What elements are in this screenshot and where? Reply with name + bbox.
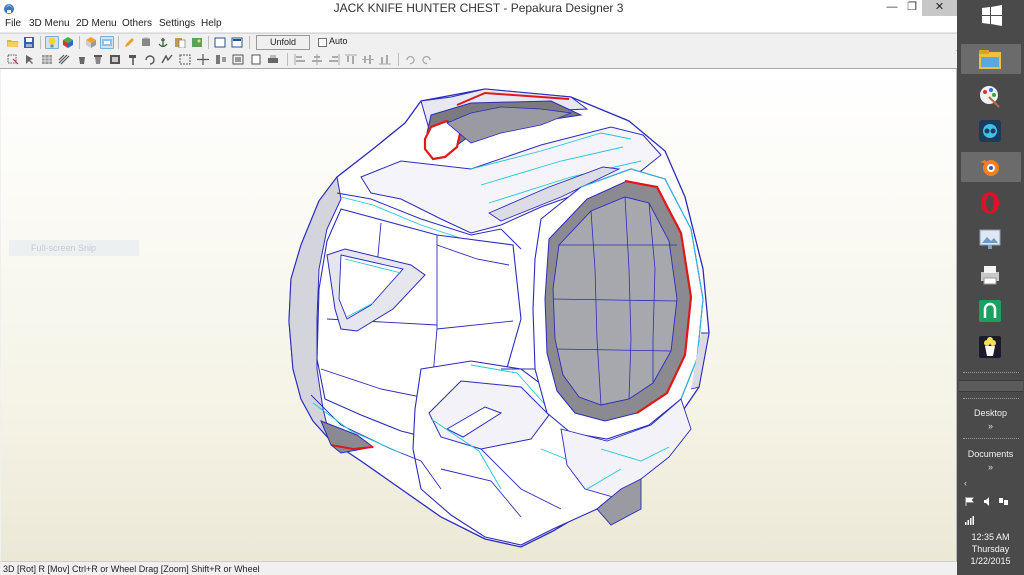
steam-icon[interactable]: [977, 118, 1003, 144]
network-icon[interactable]: [999, 497, 1008, 506]
slideshow-icon[interactable]: [977, 226, 1003, 252]
paste-icon[interactable]: [173, 36, 187, 49]
shield-app-icon[interactable]: [977, 298, 1003, 324]
volume-icon[interactable]: [983, 497, 992, 506]
3d-viewport[interactable]: Full-screen Snip: [1, 69, 956, 561]
menu-bar: File 3D Menu 2D Menu Others Settings Hel…: [0, 17, 957, 33]
printer-icon[interactable]: [977, 262, 1003, 288]
align-parts-icon[interactable]: [214, 53, 228, 66]
cylinder-icon[interactable]: [139, 36, 153, 49]
file-explorer-icon[interactable]: [977, 47, 1003, 73]
pencil-icon[interactable]: [123, 36, 137, 49]
taskbar-scrollbar[interactable]: [959, 380, 1023, 392]
paint-icon[interactable]: [977, 83, 1003, 109]
lightbulb-icon[interactable]: [45, 36, 59, 49]
documents-expand-chevron[interactable]: »: [957, 462, 1024, 472]
minimize-button[interactable]: —: [882, 0, 902, 16]
move-icon[interactable]: [196, 53, 210, 66]
title-bar: JACK KNIFE HUNTER CHEST - Pepakura Desig…: [0, 0, 957, 17]
flap-icon[interactable]: [100, 36, 114, 49]
taskbar-grip[interactable]: [963, 372, 1019, 375]
clock-day[interactable]: Thursday: [957, 543, 1024, 555]
texture-cube-icon[interactable]: [61, 36, 75, 49]
undo-rotate-icon[interactable]: [403, 53, 417, 66]
auto-label: Auto: [329, 36, 348, 46]
menu-3d[interactable]: 3D Menu: [29, 18, 70, 29]
join-icon[interactable]: [160, 53, 174, 66]
frame-icon[interactable]: [178, 53, 192, 66]
align-left-icon[interactable]: [293, 53, 307, 66]
windows-start-icon[interactable]: [981, 5, 1003, 27]
align-bottom-icon[interactable]: [378, 53, 392, 66]
redo-rotate-icon[interactable]: [420, 53, 434, 66]
menu-2d[interactable]: 2D Menu: [76, 18, 117, 29]
open-file-icon[interactable]: [6, 36, 20, 49]
taskbar-grip-desktop[interactable]: [963, 398, 1019, 401]
menu-others[interactable]: Others: [122, 18, 152, 29]
clock-time[interactable]: 12:35 AM: [957, 531, 1024, 543]
desktop-toolbar-label[interactable]: Desktop: [957, 408, 1024, 418]
menu-file[interactable]: File: [5, 18, 21, 29]
windows-taskbar: Desktop » Documents » ‹ 12:35 AM Thursda…: [957, 0, 1024, 575]
rotate-part-icon[interactable]: [143, 53, 157, 66]
unfold-button[interactable]: Unfold: [256, 35, 310, 50]
bucket-alt-icon[interactable]: [91, 53, 105, 66]
desktop-expand-chevron[interactable]: »: [957, 421, 1024, 431]
edit-toolbar: [0, 51, 957, 69]
save-icon[interactable]: [22, 36, 36, 49]
grid-icon[interactable]: [40, 53, 54, 66]
tray-overflow-chevron[interactable]: ‹: [932, 478, 999, 488]
hammer-icon[interactable]: [126, 53, 140, 66]
single-view-icon[interactable]: [213, 36, 227, 49]
popcorn-icon[interactable]: [977, 334, 1003, 360]
pepakura-window: JACK KNIFE HUNTER CHEST - Pepakura Desig…: [0, 0, 957, 575]
clock-date[interactable]: 1/22/2015: [957, 555, 1024, 567]
print-icon[interactable]: [266, 53, 280, 66]
edge-cube-icon[interactable]: [84, 36, 98, 49]
anchor-icon[interactable]: [156, 36, 170, 49]
signal-icon[interactable]: [965, 516, 974, 525]
image-icon[interactable]: [108, 53, 122, 66]
main-toolbar: Unfold Auto: [0, 33, 957, 50]
page-icon[interactable]: [249, 53, 263, 66]
menu-settings[interactable]: Settings: [159, 18, 195, 29]
fit-icon[interactable]: [231, 53, 245, 66]
opera-icon[interactable]: [977, 190, 1003, 216]
align-right-icon[interactable]: [327, 53, 341, 66]
status-bar: 3D [Rot] R [Mov] Ctrl+R or Wheel Drag [Z…: [0, 561, 957, 575]
bucket-icon[interactable]: [75, 53, 89, 66]
close-button[interactable]: ✕: [922, 0, 957, 16]
pointer-icon[interactable]: [23, 53, 37, 66]
window-title: JACK KNIFE HUNTER CHEST - Pepakura Desig…: [333, 1, 624, 15]
align-middle-icon[interactable]: [361, 53, 375, 66]
menu-help[interactable]: Help: [201, 18, 222, 29]
select-icon[interactable]: [6, 53, 20, 66]
flag-icon[interactable]: [965, 497, 974, 506]
restore-button[interactable]: ❐: [902, 0, 922, 16]
taskbar-grip-documents[interactable]: [963, 438, 1019, 441]
stripes-icon[interactable]: [57, 53, 71, 66]
blender-icon[interactable]: [977, 154, 1003, 180]
chest-armor-model[interactable]: [1, 69, 956, 561]
align-center-icon[interactable]: [310, 53, 324, 66]
split-view-icon[interactable]: [230, 36, 244, 49]
auto-checkbox[interactable]: [318, 38, 327, 47]
photo-edit-icon[interactable]: [190, 36, 204, 49]
align-top-icon[interactable]: [344, 53, 358, 66]
documents-toolbar-label[interactable]: Documents: [957, 449, 1024, 459]
